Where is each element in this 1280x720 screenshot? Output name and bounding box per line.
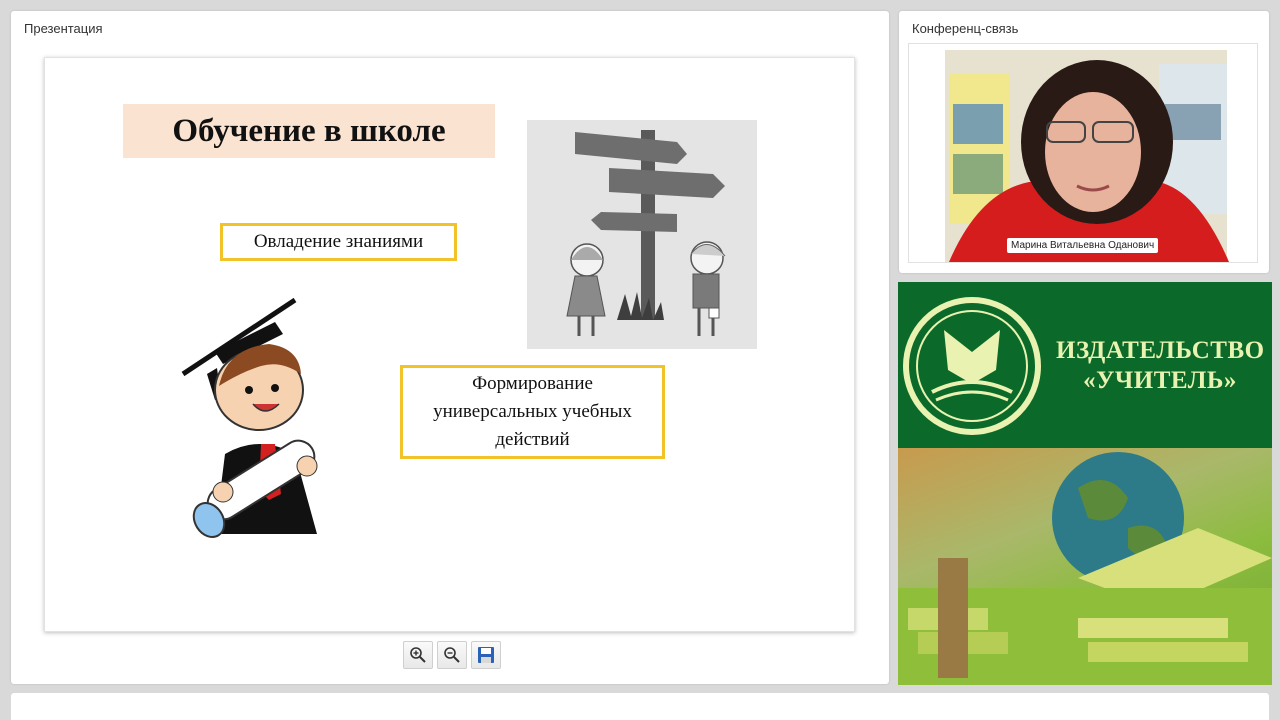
slide-title: Обучение в школе — [123, 104, 495, 158]
conference-panel: Конференц-связь Марина Витальевна Оданов… — [899, 11, 1269, 273]
slide-box-uud: Формирование универсальных учебных дейст… — [400, 365, 665, 459]
video-frame-image — [909, 44, 1257, 262]
presentation-panel-title: Презентация — [24, 21, 103, 36]
participant-name-label: Марина Витальевна Оданович — [1007, 238, 1159, 253]
presentation-toolbar — [403, 641, 501, 669]
zoom-in-icon — [410, 647, 426, 663]
publisher-name-line1: ИЗДАТЕЛЬСТВО — [1056, 337, 1265, 364]
floppy-disk-icon — [478, 647, 494, 663]
zoom-out-icon — [444, 647, 460, 663]
zoom-in-button[interactable] — [403, 641, 433, 669]
publisher-logo-icon — [903, 297, 1041, 435]
participant-video[interactable]: Марина Витальевна Оданович — [908, 43, 1258, 263]
banner-green-area: ИЗДАТЕЛЬСТВО «УЧИТЕЛЬ» — [898, 282, 1272, 448]
graduate-student-image — [175, 294, 350, 539]
publisher-name-line2: «УЧИТЕЛЬ» — [1083, 367, 1237, 394]
bottom-bar — [11, 693, 1269, 720]
slide-box-knowledge: Овладение знаниями — [220, 223, 457, 261]
conference-panel-title: Конференц-связь — [912, 21, 1019, 36]
presentation-panel: Презентация Обучение в школе Овладение з… — [11, 11, 889, 684]
presentation-slide: Обучение в школе Овладение знаниями Форм… — [44, 57, 855, 632]
publisher-name: ИЗДАТЕЛЬСТВО «УЧИТЕЛЬ» — [1056, 336, 1264, 396]
signpost-children-image — [527, 120, 757, 349]
publisher-banner: ИЗДАТЕЛЬСТВО «УЧИТЕЛЬ» — [898, 282, 1272, 685]
save-button[interactable] — [471, 641, 501, 669]
banner-books-globe-image — [898, 448, 1272, 685]
zoom-out-button[interactable] — [437, 641, 467, 669]
